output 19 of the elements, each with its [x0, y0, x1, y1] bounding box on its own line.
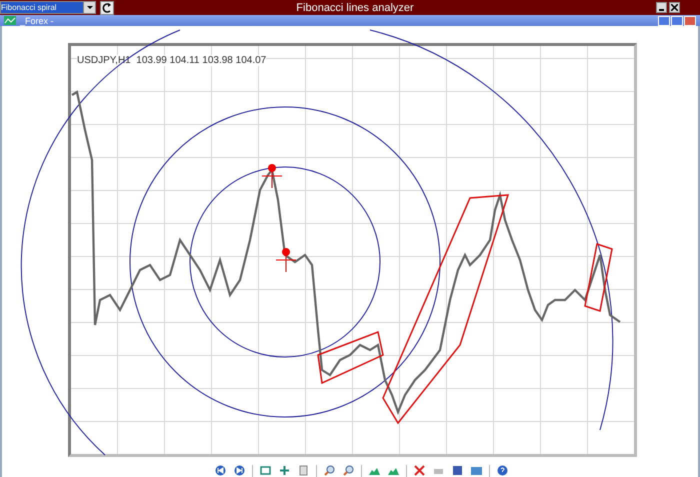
app-title: Fibonacci lines analyzer	[295, 2, 415, 14]
zoom-in-icon[interactable]	[323, 464, 336, 477]
handle-icon	[262, 164, 282, 188]
refresh-button[interactable]	[100, 0, 114, 14]
close-icon[interactable]	[413, 464, 426, 477]
last-icon[interactable]	[233, 464, 246, 477]
dropdown-caret-icon[interactable]	[83, 2, 95, 13]
help-icon[interactable]	[496, 464, 509, 477]
minimize-button[interactable]	[656, 2, 667, 13]
zoom-out-icon[interactable]	[342, 464, 355, 477]
move-icon[interactable]	[278, 464, 291, 477]
selection-frame	[584, 243, 613, 312]
maximize-button[interactable]	[671, 16, 683, 26]
tool-select[interactable]: Fibonacci spiral	[0, 1, 96, 14]
handle-icon	[276, 248, 296, 272]
close-button[interactable]	[669, 2, 680, 13]
tool-select-value: Fibonacci spiral	[1, 2, 83, 13]
first-icon[interactable]	[214, 464, 227, 477]
chart-window-title: _Forex -	[20, 16, 54, 26]
